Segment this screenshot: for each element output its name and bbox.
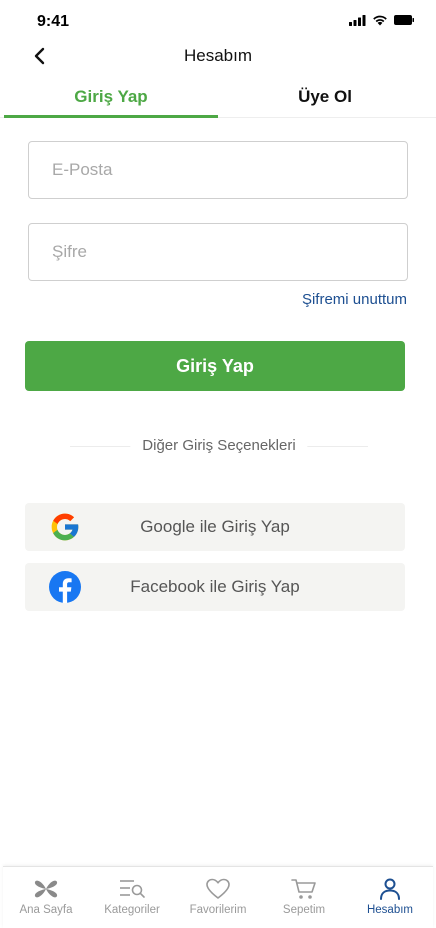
signal-icon <box>349 14 366 26</box>
status-bar: 9:41 <box>0 0 436 44</box>
nav-item-cart[interactable]: Sepetim <box>261 867 347 928</box>
cart-icon <box>291 879 316 899</box>
divider-label: Diğer Giriş Seçenekleri <box>130 437 308 454</box>
email-input[interactable] <box>29 142 407 198</box>
nav-item-account[interactable]: Hesabım <box>347 867 433 928</box>
nav-item-favorites[interactable]: Favorilerim <box>175 867 261 928</box>
nav-label-cart: Sepetim <box>282 904 326 916</box>
auth-tabs: Giriş Yap Üye Ol <box>0 80 436 118</box>
nav-item-categories[interactable]: Kategoriler <box>89 867 175 928</box>
status-time: 9:41 <box>37 13 70 30</box>
user-icon <box>380 878 400 900</box>
forgot-password-link[interactable]: Şifremi unuttum <box>302 291 407 308</box>
status-icons <box>349 14 414 26</box>
facebook-login-label: Facebook ile Giriş Yap <box>130 577 300 596</box>
tab-register[interactable]: Üye Ol <box>218 80 432 117</box>
email-field-container <box>28 141 408 199</box>
nav-label-account: Hesabım <box>366 904 414 916</box>
home-logo-icon <box>34 880 58 898</box>
categories-icon <box>120 880 145 898</box>
password-input[interactable] <box>29 224 407 280</box>
page-title: Hesabım <box>183 46 253 65</box>
battery-icon <box>394 15 414 25</box>
password-field-container <box>28 223 408 281</box>
wifi-icon <box>373 15 387 26</box>
facebook-login-button[interactable]: Facebook ile Giriş Yap <box>25 563 405 611</box>
google-login-button[interactable]: Google ile Giriş Yap <box>25 503 405 551</box>
tab-login[interactable]: Giriş Yap <box>4 80 218 118</box>
other-options-divider: Diğer Giriş Seçenekleri <box>70 437 368 457</box>
nav-item-home[interactable]: Ana Sayfa <box>3 867 89 928</box>
header: Hesabım <box>0 40 436 72</box>
google-login-label: Google ile Giriş Yap <box>140 517 290 536</box>
bottom-nav: Ana Sayfa Kategoriler Favorilerim Sepeti… <box>3 866 433 928</box>
nav-label-categories: Kategoriler <box>104 904 160 916</box>
nav-label-home: Ana Sayfa <box>19 904 73 916</box>
heart-icon <box>206 878 230 899</box>
nav-label-favorites: Favorilerim <box>189 904 247 916</box>
login-button[interactable]: Giriş Yap <box>25 341 405 391</box>
